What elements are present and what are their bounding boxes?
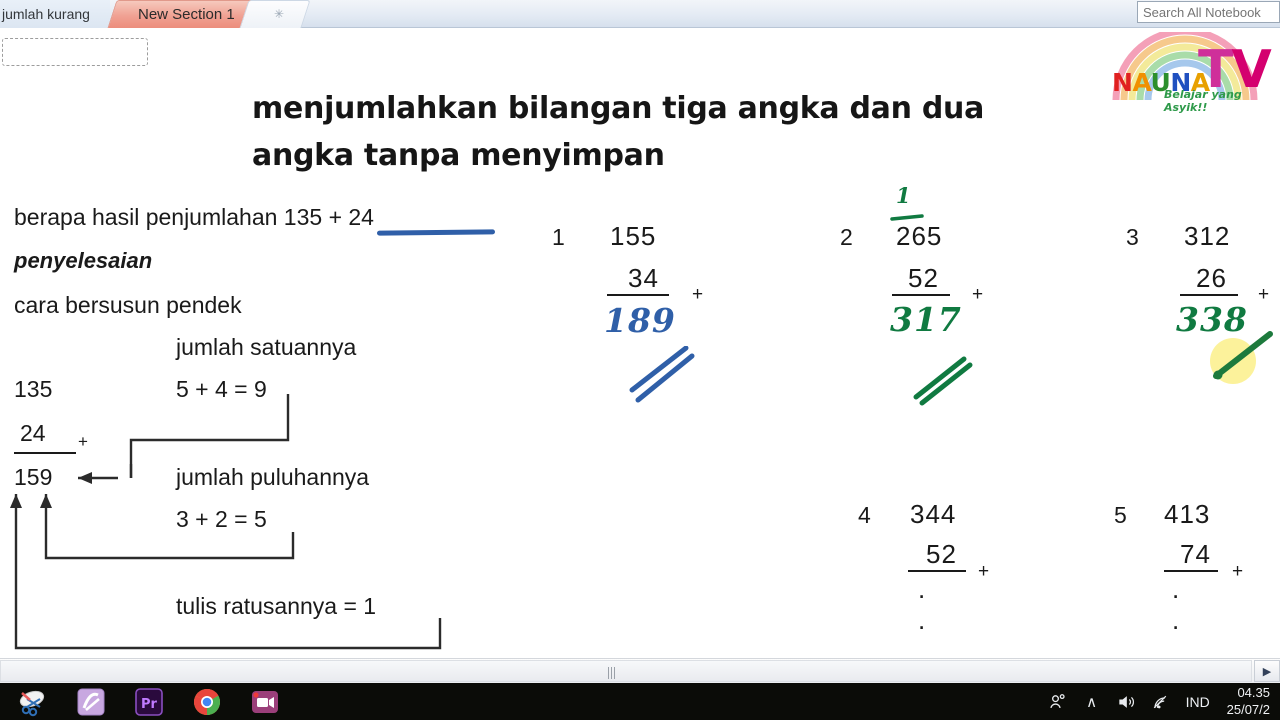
chevron-up-icon[interactable]: ∧ (1075, 683, 1109, 720)
exercise-rule (892, 294, 950, 296)
method-label: cara bersusun pendek (14, 292, 242, 318)
exercise-operator: + (1258, 284, 1270, 305)
exercise-operator: + (692, 284, 704, 305)
exercise-rule (1164, 570, 1218, 572)
worked-addend-top: 135 (14, 376, 53, 402)
taskbar-clock[interactable]: 04.35 25/07/2 (1219, 685, 1272, 718)
exercise-number: 5 (1114, 502, 1127, 528)
worked-sum: 159 (14, 464, 53, 490)
wifi-icon[interactable] (1143, 683, 1177, 720)
hundreds-label: tulis ratusannya = 1 (176, 593, 377, 619)
exercise-number: 4 (858, 502, 871, 528)
scrollbar-grip[interactable] (608, 667, 615, 679)
people-icon[interactable] (1041, 683, 1075, 720)
nauna-tv-logo: NAUNA TV Belajar yang Asyik!! (1102, 30, 1274, 114)
exercise-answer-placeholder[interactable]: . . . (918, 574, 930, 655)
note-page: NAUNA TV Belajar yang Asyik!! menjumlahk… (0, 28, 1280, 655)
exercise-addend-top: 155 (610, 221, 657, 251)
exercise-number: 3 (1126, 224, 1139, 250)
section-tab-label: jumlah kurang (2, 6, 90, 22)
exercise-addend-bottom: 74 (1180, 539, 1211, 569)
lesson-title: menjumlahkan bilangan tiga angka dan dua… (252, 91, 985, 173)
solution-label: penyelesaian (14, 248, 153, 273)
exercise-operator: + (972, 284, 984, 305)
system-tray: ∧ IND 04.35 25/07/2 (1041, 683, 1272, 720)
chrome-icon[interactable] (192, 687, 222, 717)
lesson-question: berapa hasil penjumlahan 135 + 24 (14, 204, 374, 230)
exercise-addend-bottom: 52 (908, 263, 939, 293)
exercise-answer-placeholder[interactable]: . . . (1172, 574, 1184, 655)
pen-cursor-icon (1213, 331, 1273, 380)
exercise-number: 2 (840, 224, 853, 250)
exercise-addend-bottom: 34 (628, 263, 659, 293)
screen-recorder-icon[interactable] (250, 687, 280, 717)
onenote-icon[interactable] (76, 687, 106, 717)
tens-calc: 3 + 2 = 5 (176, 506, 267, 532)
scrollbar-track[interactable] (0, 660, 1252, 682)
handwritten-answer: 189 (604, 301, 676, 340)
worked-sum-rule (14, 452, 76, 454)
language-indicator[interactable]: IND (1177, 694, 1219, 710)
volume-icon[interactable] (1109, 683, 1143, 720)
worked-addend-bottom: 24 (20, 420, 46, 446)
clock-date: 25/07/2 (1226, 701, 1270, 717)
exercise-addend-top: 265 (896, 221, 943, 251)
taskbar-app-list: Pr (18, 683, 280, 720)
logo-letter: A (1132, 68, 1151, 97)
exercise-operator: + (1232, 561, 1244, 582)
tens-label: jumlah puluhannya (176, 464, 370, 490)
exercise-operator: + (978, 561, 990, 582)
exercise-rule (1180, 294, 1238, 296)
svg-text:Pr: Pr (141, 697, 158, 712)
page-title-input[interactable] (2, 38, 148, 66)
worked-operator: + (78, 432, 88, 451)
exercise-addend-top: 344 (910, 499, 957, 529)
section-tab-strip: jumlah kurang New Section 1 ✳ (0, 0, 1280, 28)
ones-label: jumlah satuannya (176, 334, 357, 360)
exercise-addend-top: 312 (1184, 221, 1231, 251)
create-section-icon: ✳ (273, 7, 285, 21)
windows-taskbar: Pr ∧ IND 04.35 25/07/2 (0, 683, 1280, 720)
scroll-right-button[interactable]: ▶ (1254, 660, 1280, 682)
search-box[interactable] (1137, 1, 1280, 23)
handwritten-check-marks (629, 346, 695, 403)
horizontal-scrollbar[interactable]: ▶ (0, 658, 1280, 683)
ones-calc: 5 + 4 = 9 (176, 376, 267, 402)
exercise-rule (607, 294, 669, 296)
handwritten-answer: 317 (890, 300, 962, 339)
exercise-rule (908, 570, 966, 572)
onenote-window: jumlah kurang New Section 1 ✳ NAUNA (0, 0, 1280, 720)
snipping-tool-icon[interactable] (18, 687, 48, 717)
handwritten-carry: 1 (896, 183, 911, 208)
exercise-addend-bottom: 26 (1196, 263, 1227, 293)
exercise-addend-bottom: 52 (926, 539, 957, 569)
logo-letter: N (1112, 68, 1133, 97)
premiere-pro-icon[interactable]: Pr (134, 687, 164, 717)
blue-underline-annotation (376, 229, 496, 236)
clock-time: 04.35 (1237, 685, 1270, 701)
handwritten-check-marks (913, 356, 973, 406)
exercise-addend-top: 413 (1164, 499, 1211, 529)
section-tab-jumlah-kurang[interactable]: jumlah kurang (0, 0, 110, 28)
logo-tagline: Belajar yang Asyik!! (1164, 88, 1242, 114)
search-input[interactable] (1143, 4, 1279, 20)
exercise-number: 1 (552, 224, 565, 250)
